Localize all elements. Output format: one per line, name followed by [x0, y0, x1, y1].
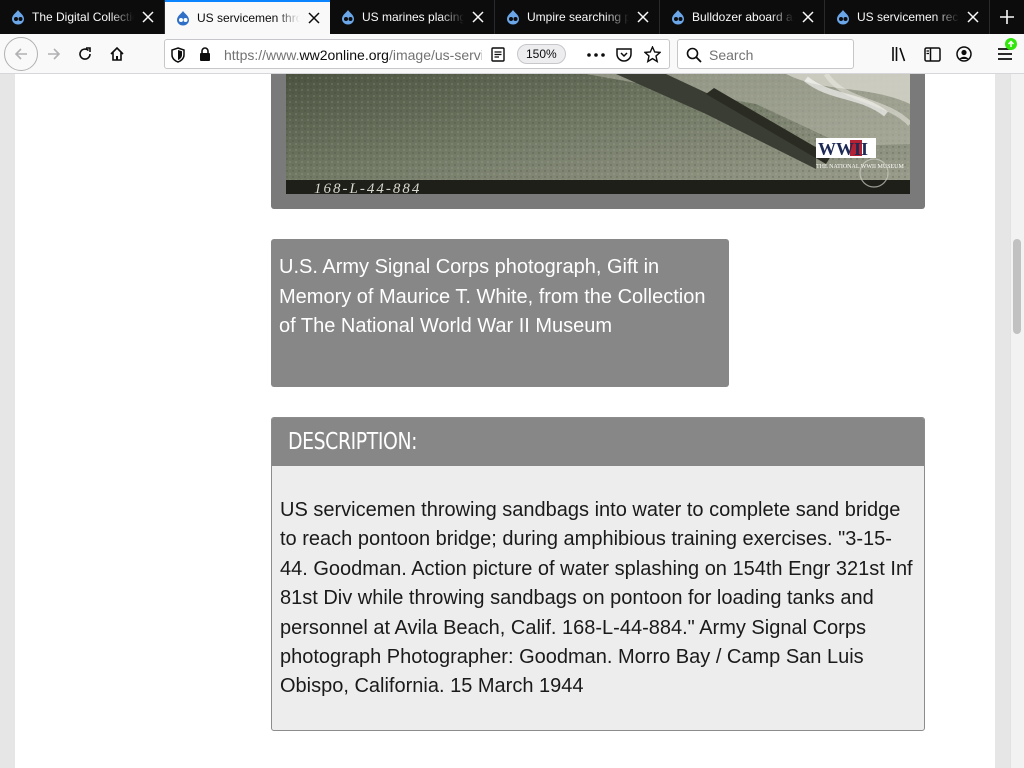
tab-title: Bulldozer aboard an — [692, 10, 794, 24]
forward-button[interactable] — [38, 38, 70, 70]
nav-toolbar: https://www.ww2online.org/image/us-servi… — [0, 34, 1024, 74]
shield-icon[interactable] — [171, 47, 185, 63]
close-tab-icon[interactable] — [140, 9, 156, 25]
wwii-logo-text: WWII — [818, 139, 868, 159]
library-icon — [892, 47, 906, 62]
url-bar[interactable]: https://www.ww2online.org/image/us-servi… — [164, 39, 670, 69]
tab-us-marines-placing[interactable]: US marines placing — [330, 0, 495, 34]
tab-digital-collection[interactable]: The Digital Collection — [0, 0, 165, 34]
drupal-favicon-icon — [177, 11, 189, 26]
close-tab-icon[interactable] — [965, 9, 981, 25]
pocket-icon[interactable] — [616, 47, 632, 62]
photo-catalog-number: 168-L-44-884 — [314, 181, 421, 194]
page-gutter-left — [0, 74, 15, 768]
url-text[interactable]: https://www.ww2online.org/image/us-servi… — [224, 47, 482, 63]
back-button[interactable] — [4, 37, 38, 71]
tab-us-servicemen-receiving[interactable]: US servicemen receiving — [825, 0, 990, 34]
reload-button[interactable] — [69, 38, 101, 70]
page-gutter-right — [995, 74, 1010, 768]
tab-bulldozer-aboard[interactable]: Bulldozer aboard an — [660, 0, 825, 34]
tab-us-servicemen-throwing[interactable]: US servicemen throwing — [165, 0, 330, 34]
description-heading: DESCRIPTION: — [272, 418, 924, 466]
tab-title: US marines placing — [362, 10, 464, 24]
tab-strip: The Digital Collection US servicemen thr… — [0, 0, 1024, 34]
new-tab-button[interactable] — [990, 0, 1024, 34]
close-tab-icon[interactable] — [306, 10, 322, 26]
drupal-favicon-icon — [12, 10, 24, 25]
bookmark-star-icon[interactable] — [644, 46, 661, 63]
reader-view-icon[interactable] — [491, 47, 505, 62]
zoom-level-button[interactable]: 150% — [517, 44, 566, 64]
home-button[interactable] — [101, 38, 133, 70]
description-text: US servicemen throwing sandbags into wat… — [280, 499, 913, 698]
close-tab-icon[interactable] — [470, 9, 486, 25]
sidebar-toggle-button[interactable] — [916, 38, 948, 70]
photo-frame: 168-L-44-884 WWII THE NATIONAL WWII MUSE… — [271, 74, 925, 209]
close-tab-icon[interactable] — [635, 9, 651, 25]
close-tab-icon[interactable] — [800, 9, 816, 25]
search-input[interactable]: Search — [709, 47, 753, 63]
account-icon — [956, 46, 972, 62]
plus-icon — [1000, 10, 1014, 24]
drupal-favicon-icon — [507, 10, 519, 25]
page-actions-icon[interactable] — [587, 53, 605, 57]
reload-icon — [79, 47, 91, 60]
page-viewport: 168-L-44-884 WWII THE NATIONAL WWII MUSE… — [0, 74, 1024, 768]
tab-title: US servicemen receiving — [857, 10, 959, 24]
library-button[interactable] — [884, 38, 916, 70]
drupal-favicon-icon — [672, 10, 684, 25]
tab-title: Umpire searching prisoner — [527, 10, 629, 24]
arrow-right-icon — [48, 48, 61, 60]
home-icon — [110, 46, 124, 61]
arrow-left-icon — [14, 48, 27, 60]
description-panel: DESCRIPTION: US servicemen throwing sand… — [271, 417, 925, 731]
tab-umpire-searching[interactable]: Umpire searching prisoner — [495, 0, 660, 34]
scrollbar-thumb[interactable] — [1013, 239, 1021, 334]
search-bar[interactable]: Search — [677, 39, 854, 69]
scrollbar-track[interactable] — [1010, 74, 1024, 768]
update-available-icon — [1005, 38, 1017, 50]
search-icon — [686, 47, 702, 63]
archival-photo[interactable]: 168-L-44-884 WWII THE NATIONAL WWII MUSE… — [286, 74, 910, 194]
account-button[interactable] — [948, 38, 980, 70]
tab-title: The Digital Collection — [32, 10, 134, 24]
main-menu-button[interactable] — [989, 38, 1021, 70]
photo-credit: U.S. Army Signal Corps photograph, Gift … — [271, 239, 729, 387]
tab-title: US servicemen throwing — [197, 11, 300, 25]
lock-icon[interactable] — [199, 47, 211, 62]
sidebar-icon — [923, 46, 941, 62]
drupal-favicon-icon — [342, 10, 354, 25]
drupal-favicon-icon — [837, 10, 849, 25]
